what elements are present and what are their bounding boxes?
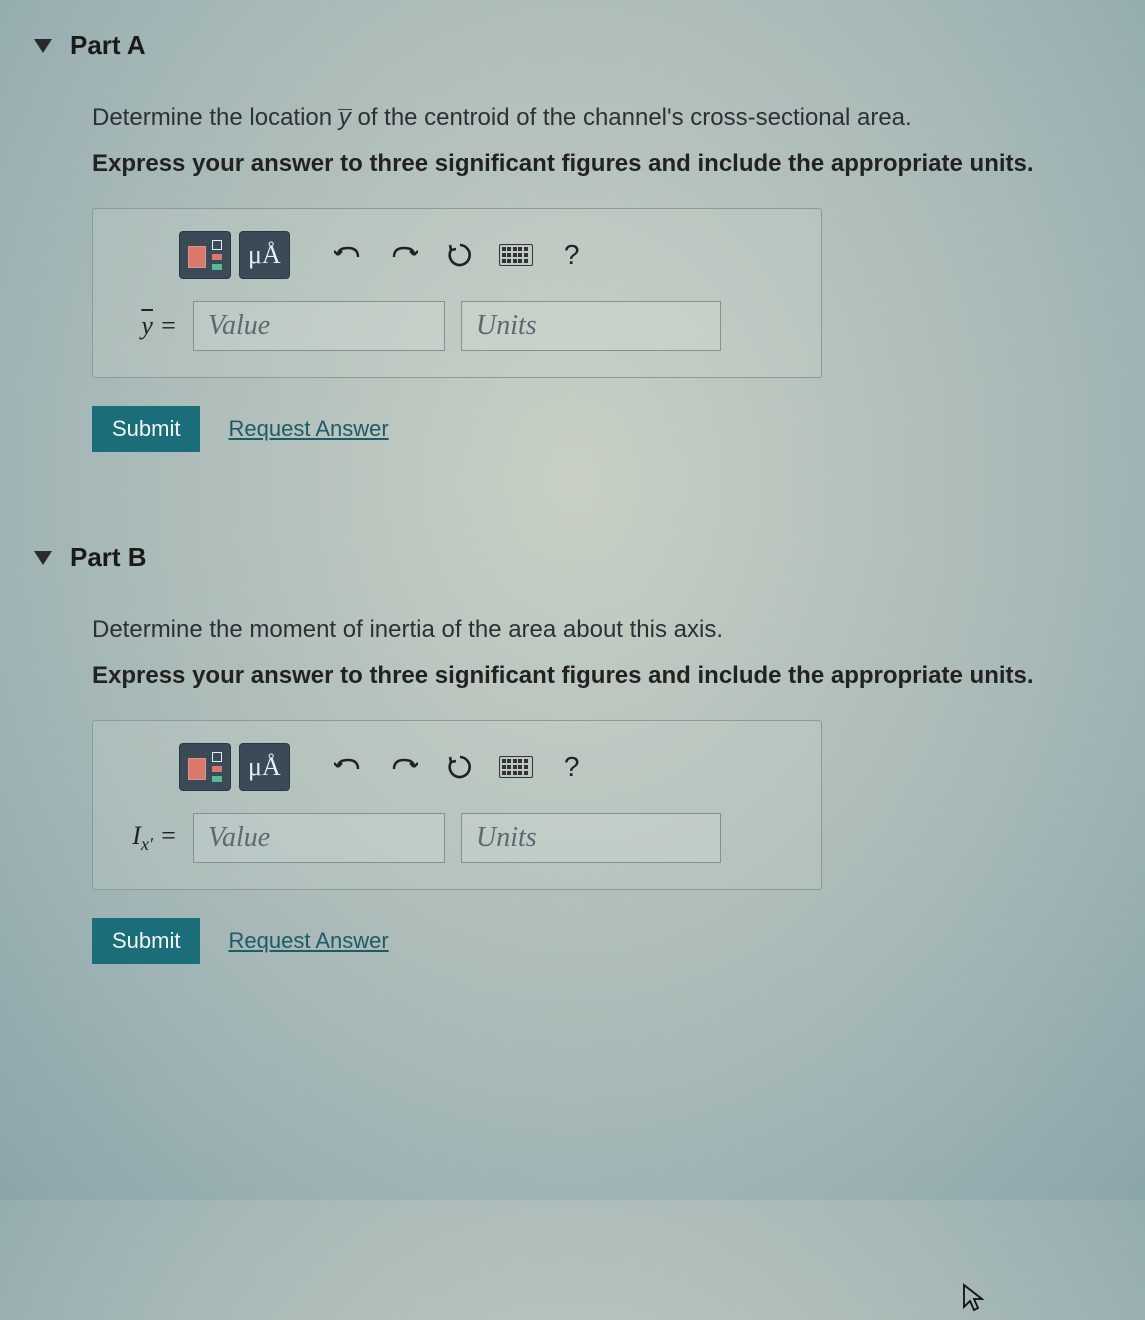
reset-button[interactable] (436, 231, 484, 279)
template-icon (188, 752, 222, 782)
keyboard-button[interactable] (492, 743, 540, 791)
request-answer-link[interactable]: Request Answer (228, 416, 388, 442)
redo-icon (390, 244, 418, 266)
cursor-icon (961, 1283, 985, 1320)
request-answer-link[interactable]: Request Answer (228, 928, 388, 954)
part-b-actions: Submit Request Answer (92, 918, 1125, 964)
part-a-variable-label: y = (119, 311, 177, 341)
part-b-input-row: Ix′ = Value Units (119, 813, 795, 863)
value-input[interactable]: Value (193, 301, 445, 351)
submit-button[interactable]: Submit (92, 406, 200, 452)
special-chars-button[interactable]: μÅ (239, 231, 290, 279)
reset-button[interactable] (436, 743, 484, 791)
chevron-down-icon (34, 551, 52, 565)
part-a-header[interactable]: Part A (20, 20, 1125, 79)
part-a-hint: Express your answer to three significant… (92, 147, 1125, 181)
special-chars-button[interactable]: μÅ (239, 743, 290, 791)
chevron-down-icon (34, 39, 52, 53)
value-input[interactable]: Value (193, 813, 445, 863)
part-a-title: Part A (70, 30, 146, 61)
redo-button[interactable] (380, 743, 428, 791)
reset-icon (447, 754, 473, 780)
part-b-hint: Express your answer to three significant… (92, 659, 1125, 693)
prompt-prefix: Determine the location (92, 104, 339, 131)
template-button[interactable] (179, 231, 231, 279)
part-a-body: Determine the location y of the centroid… (20, 101, 1125, 492)
part-a-actions: Submit Request Answer (92, 406, 1125, 452)
template-icon (188, 240, 222, 270)
part-b-answer-box: μÅ ? Ix′ = Value Units (92, 720, 822, 890)
part-b-header[interactable]: Part B (20, 532, 1125, 591)
help-button[interactable]: ? (548, 231, 596, 279)
part-b-body: Determine the moment of inertia of the a… (20, 613, 1125, 1004)
undo-button[interactable] (324, 231, 372, 279)
help-button[interactable]: ? (548, 743, 596, 791)
undo-icon (334, 244, 362, 266)
submit-button[interactable]: Submit (92, 918, 200, 964)
part-b-prompt: Determine the moment of inertia of the a… (92, 613, 1125, 647)
redo-icon (390, 756, 418, 778)
part-b-title: Part B (70, 542, 147, 573)
keyboard-button[interactable] (492, 231, 540, 279)
part-a-answer-box: μÅ ? y = Value Units (92, 208, 822, 378)
undo-button[interactable] (324, 743, 372, 791)
reset-icon (447, 242, 473, 268)
keyboard-icon (499, 756, 533, 778)
redo-button[interactable] (380, 231, 428, 279)
template-button[interactable] (179, 743, 231, 791)
part-b-toolbar: μÅ ? (119, 743, 795, 791)
units-input[interactable]: Units (461, 301, 721, 351)
variable-ybar: y (339, 101, 351, 135)
keyboard-icon (499, 244, 533, 266)
part-b-variable-label: Ix′ = (119, 821, 177, 855)
part-a-prompt: Determine the location y of the centroid… (92, 101, 1125, 135)
part-a-toolbar: μÅ ? (119, 231, 795, 279)
undo-icon (334, 756, 362, 778)
units-input[interactable]: Units (461, 813, 721, 863)
part-a-input-row: y = Value Units (119, 301, 795, 351)
prompt-suffix: of the centroid of the channel's cross-s… (351, 104, 912, 131)
